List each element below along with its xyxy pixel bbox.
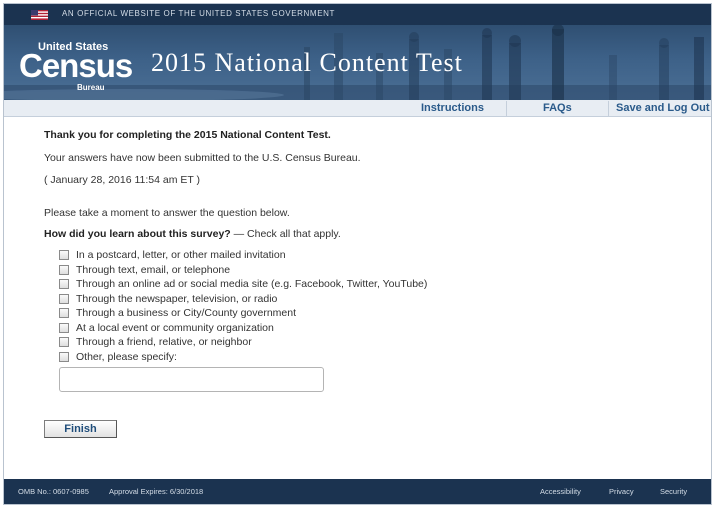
government-banner: AN OFFICIAL WEBSITE OF THE UNITED STATES…	[4, 4, 711, 25]
checkbox[interactable]	[59, 293, 69, 304]
question-prompt: Please take a moment to answer the quest…	[44, 207, 290, 219]
checkbox[interactable]	[59, 351, 69, 362]
option-friend-relative-neighbor[interactable]: Through a friend, relative, or neighbor	[59, 336, 252, 348]
submission-confirmation: Your answers have now been submitted to …	[44, 152, 361, 164]
instructions-link[interactable]: Instructions	[421, 102, 484, 114]
option-local-event[interactable]: At a local event or community organizati…	[59, 322, 274, 334]
option-newspaper-tv-radio[interactable]: Through the newspaper, television, or ra…	[59, 293, 277, 305]
finish-button[interactable]: Finish	[44, 420, 117, 438]
option-label: Through the newspaper, television, or ra…	[76, 292, 278, 305]
option-online-ad-social-media[interactable]: Through an online ad or social media sit…	[59, 278, 427, 290]
nav-divider	[608, 101, 609, 116]
approval-expiration: Approval Expires: 6/30/2018	[109, 487, 204, 496]
checkbox[interactable]	[59, 308, 69, 318]
site-header: United States Census Bureau 2015 Nationa…	[4, 25, 711, 100]
top-navigation: Instructions FAQs Save and Log Out	[4, 100, 711, 117]
thank-you-heading: Thank you for completing the 2015 Nation…	[44, 129, 331, 141]
option-label: Through an online ad or social media sit…	[76, 278, 428, 290]
option-business-government[interactable]: Through a business or City/County govern…	[59, 307, 296, 319]
survey-question: How did you learn about this survey? — C…	[44, 228, 341, 240]
question-text: How did you learn about this survey?	[44, 228, 231, 240]
government-banner-text: AN OFFICIAL WEBSITE OF THE UNITED STATES…	[62, 9, 335, 18]
security-link[interactable]: Security	[660, 487, 687, 496]
faqs-link[interactable]: FAQs	[543, 102, 572, 114]
option-label: Through a friend, relative, or neighbor	[76, 336, 252, 348]
option-label: Through text, email, or telephone	[76, 263, 231, 276]
logo-census-text: Census	[19, 47, 133, 84]
checkbox[interactable]	[59, 279, 69, 289]
checkbox[interactable]	[59, 250, 69, 260]
logo-bureau-text: Bureau	[77, 83, 105, 92]
option-other-specify[interactable]: Other, please specify:	[59, 351, 177, 363]
option-label: Other, please specify:	[76, 350, 177, 363]
omb-number: OMB No.: 0607-0985	[18, 487, 89, 496]
site-footer: OMB No.: 0607-0985 Approval Expires: 6/3…	[4, 479, 711, 504]
checkbox[interactable]	[59, 322, 69, 333]
option-label: In a postcard, letter, or other mailed i…	[76, 249, 286, 261]
question-hint: — Check all that apply.	[230, 228, 341, 240]
option-label: At a local event or community organizati…	[76, 321, 274, 334]
option-label: Through a business or City/County govern…	[76, 307, 297, 319]
us-flag-icon	[31, 10, 48, 20]
option-mailed-invitation[interactable]: In a postcard, letter, or other mailed i…	[59, 249, 286, 261]
accessibility-link[interactable]: Accessibility	[540, 487, 581, 496]
option-text-email-telephone[interactable]: Through text, email, or telephone	[59, 264, 230, 276]
checkbox[interactable]	[59, 337, 69, 347]
checkbox[interactable]	[59, 264, 69, 275]
submission-timestamp: ( January 28, 2016 11:54 am ET )	[44, 174, 201, 186]
other-specify-input[interactable]	[59, 367, 324, 392]
save-and-log-out-link[interactable]: Save and Log Out	[616, 102, 710, 114]
site-title: 2015 National Content Test	[151, 48, 463, 77]
page-frame: AN OFFICIAL WEBSITE OF THE UNITED STATES…	[3, 3, 712, 505]
privacy-link[interactable]: Privacy	[609, 487, 634, 496]
nav-divider	[506, 101, 507, 116]
